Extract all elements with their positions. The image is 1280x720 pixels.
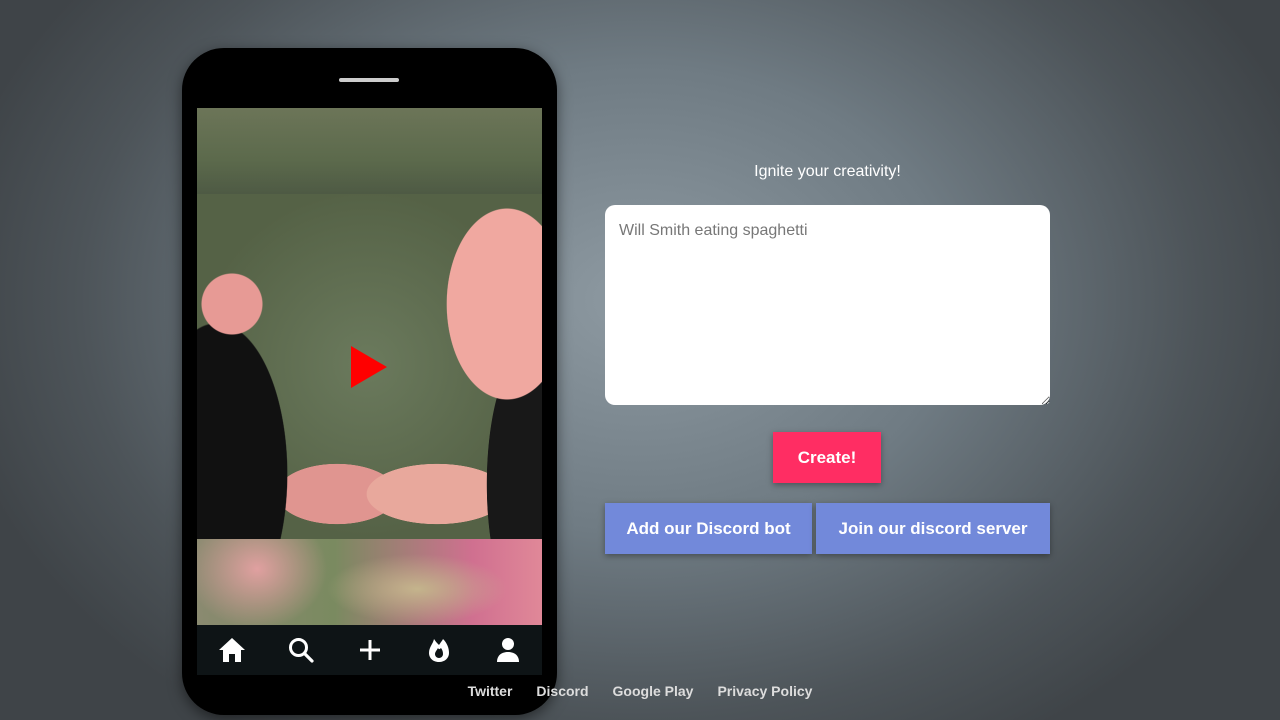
search-icon[interactable] [284,633,318,667]
video-preview[interactable] [197,194,542,539]
footer-link-privacy-policy[interactable]: Privacy Policy [717,683,812,699]
footer-links: Twitter Discord Google Play Privacy Poli… [0,683,1280,699]
footer-link-discord[interactable]: Discord [536,683,588,699]
footer-link-google-play[interactable]: Google Play [613,683,694,699]
phone-notch [339,78,399,82]
fire-icon[interactable] [422,633,456,667]
play-icon[interactable] [351,346,387,388]
video-blur-bottom [197,539,542,625]
phone-screen [197,108,542,675]
footer-link-twitter[interactable]: Twitter [468,683,513,699]
join-discord-server-button[interactable]: Join our discord server [816,503,1050,554]
tagline: Ignite your creativity! [754,163,901,180]
video-blur-top [197,108,542,194]
create-button[interactable]: Create! [773,432,881,483]
prompt-input[interactable] [605,205,1050,405]
plus-icon[interactable] [353,633,387,667]
user-icon[interactable] [491,633,525,667]
home-icon[interactable] [215,633,249,667]
phone-nav-bar [197,625,542,675]
phone-mockup [182,48,557,715]
add-discord-bot-button[interactable]: Add our Discord bot [605,503,812,554]
